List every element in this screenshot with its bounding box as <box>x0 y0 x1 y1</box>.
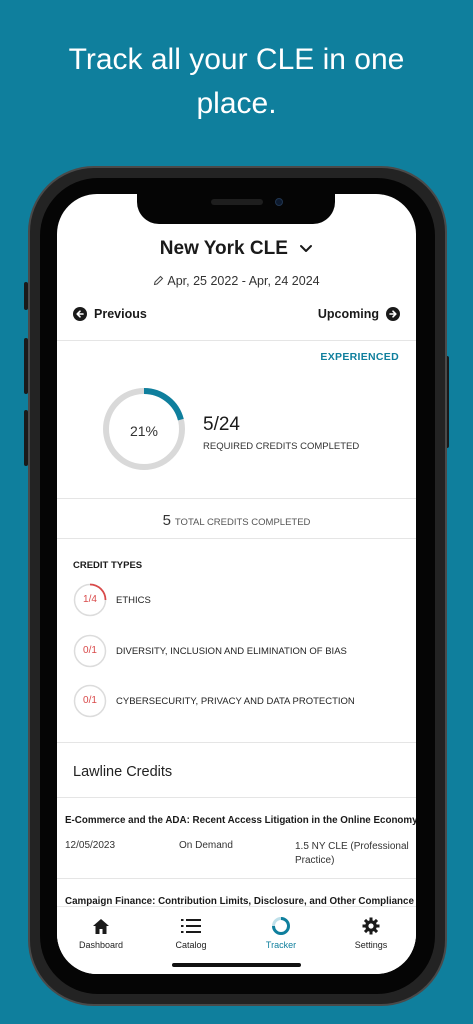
experience-level-badge: EXPERIENCED <box>320 351 399 363</box>
promo-line-2: place. <box>196 87 277 120</box>
lawline-credits-heading: Lawline Credits <box>73 764 173 780</box>
total-credits: 5 TOTAL CREDITS COMPLETED <box>57 512 416 530</box>
app-screen: New York CLE Apr, 25 2022 - Apr, 24 2024… <box>57 194 416 974</box>
chevron-down-icon <box>299 238 313 260</box>
course-item[interactable]: E-Commerce and the ADA: Recent Access Li… <box>65 815 416 870</box>
credit-type-row[interactable]: 0/1 DIVERSITY, INCLUSION AND ELIMINATION… <box>73 634 403 668</box>
previous-label: Previous <box>94 307 147 321</box>
page-title: New York CLE <box>159 238 288 260</box>
tab-dashboard[interactable]: Dashboard <box>65 915 137 950</box>
front-camera <box>275 198 283 206</box>
promo-headline: Track all your CLE in one place. <box>0 38 473 126</box>
course-meta: 12/05/2023 On Demand 1.5 NY CLE (Profess… <box>65 840 410 870</box>
course-credits: 1.5 NY CLE (Professional Practice) <box>295 841 409 866</box>
tracker-ring-icon <box>245 915 317 937</box>
tab-label: Catalog <box>175 940 207 950</box>
arrow-left-icon <box>73 307 87 321</box>
required-credits-label: REQUIRED CREDITS COMPLETED <box>203 441 360 452</box>
gear-icon <box>335 915 407 937</box>
list-icon <box>155 915 227 937</box>
credit-type-name: DIVERSITY, INCLUSION AND ELIMINATION OF … <box>116 645 347 657</box>
promo-line-1: Track all your CLE in one <box>68 43 405 76</box>
required-credits-count: 5/24 <box>203 414 240 435</box>
divider <box>57 742 416 743</box>
credit-progress-ring: 0/1 <box>73 684 107 718</box>
tab-catalog[interactable]: Catalog <box>155 915 227 950</box>
course-format: On Demand <box>179 840 233 851</box>
speaker-grille <box>211 199 263 205</box>
credit-value: 0/1 <box>83 645 97 656</box>
home-indicator <box>172 963 301 967</box>
period-navigation: Previous Upcoming <box>73 307 400 325</box>
credit-type-name: ETHICS <box>116 594 151 606</box>
total-credits-count: 5 <box>162 512 171 529</box>
divider <box>57 878 416 879</box>
tab-label: Settings <box>354 940 388 950</box>
date-range: Apr, 25 2022 - Apr, 24 2024 <box>167 274 320 288</box>
tab-label: Tracker <box>265 940 297 950</box>
credit-progress-ring: 1/4 <box>73 583 107 617</box>
upcoming-button[interactable]: Upcoming <box>318 307 400 321</box>
divider <box>57 498 416 499</box>
divider <box>57 797 416 798</box>
course-title: E-Commerce and the ADA: Recent Access Li… <box>65 815 416 826</box>
course-date: 12/05/2023 <box>65 840 116 851</box>
divider <box>57 538 416 539</box>
credit-type-name: CYBERSECURITY, PRIVACY AND DATA PROTECTI… <box>116 695 355 707</box>
credit-type-row[interactable]: 0/1 CYBERSECURITY, PRIVACY AND DATA PROT… <box>73 684 403 718</box>
divider <box>57 340 416 341</box>
upcoming-label: Upcoming <box>317 307 379 321</box>
credit-value: 1/4 <box>83 594 97 605</box>
reporting-period[interactable]: Apr, 25 2022 - Apr, 24 2024 <box>57 274 416 288</box>
credit-value: 0/1 <box>83 695 97 706</box>
previous-button[interactable]: Previous <box>73 307 147 321</box>
arrow-right-icon <box>386 307 400 321</box>
tab-tracker[interactable]: Tracker <box>245 915 317 950</box>
credit-type-row[interactable]: 1/4 ETHICS <box>73 583 403 617</box>
home-icon <box>65 915 137 937</box>
tab-settings[interactable]: Settings <box>335 915 407 950</box>
credit-progress-ring: 0/1 <box>73 634 107 668</box>
total-credits-label: TOTAL CREDITS COMPLETED <box>174 517 311 528</box>
progress-percent: 21% <box>129 423 159 439</box>
credit-types-heading: CREDIT TYPES <box>73 560 143 571</box>
jurisdiction-selector[interactable]: New York CLE <box>57 238 416 260</box>
tab-label: Dashboard <box>78 940 124 950</box>
pencil-icon <box>153 274 167 288</box>
